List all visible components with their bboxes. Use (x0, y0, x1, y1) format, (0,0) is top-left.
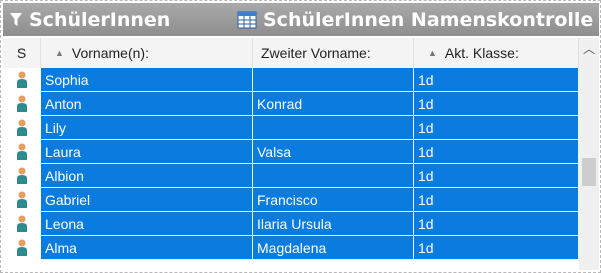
window-frame: SchülerInnen SchülerInnen Namenskontroll… (0, 0, 601, 273)
column-header-label: S (16, 45, 27, 61)
scroll-up-arrow-icon[interactable]: ︿ (579, 38, 599, 58)
student-icon (17, 119, 27, 136)
zweiter-vorname-cell[interactable]: Francisco (253, 188, 414, 212)
vorname-cell[interactable]: Leona (41, 212, 253, 236)
student-icon (17, 191, 27, 208)
status-cell (3, 92, 41, 116)
sort-ascending-icon: ▲ (428, 48, 437, 58)
student-icon (17, 167, 27, 184)
zweiter-vorname-cell[interactable] (253, 68, 414, 92)
student-icon (17, 95, 27, 112)
zweiter-vorname-cell[interactable] (253, 116, 414, 140)
klasse-cell[interactable]: 1d (414, 68, 579, 92)
vorname-cell[interactable]: Laura (41, 140, 253, 164)
klasse-cell[interactable]: 1d (414, 140, 579, 164)
vorname-cell[interactable]: Anton (41, 92, 253, 116)
student-icon (17, 239, 27, 256)
zweiter-vorname-cell[interactable]: Konrad (253, 92, 414, 116)
vorname-cell[interactable]: Gabriel (41, 188, 253, 212)
vorname-cell[interactable]: Sophia (41, 68, 253, 92)
column-header-vorname[interactable]: ▲ Vorname(n): (41, 38, 253, 68)
column-header-zweiter-vorname[interactable]: Zweiter Vorname: (253, 38, 414, 68)
sort-ascending-icon: ▲ (55, 48, 64, 58)
student-icon (17, 143, 27, 160)
students-grid: S ▲ Vorname(n): Zweiter Vorname: ▲ Akt. … (3, 38, 599, 270)
klasse-cell[interactable]: 1d (414, 164, 579, 188)
klasse-cell[interactable]: 1d (414, 212, 579, 236)
status-cell (3, 212, 41, 236)
klasse-cell[interactable]: 1d (414, 92, 579, 116)
table-icon (237, 11, 257, 28)
status-cell (3, 164, 41, 188)
student-icon (17, 215, 27, 232)
status-cell (3, 68, 41, 92)
column-header-klasse[interactable]: ▲ Akt. Klasse: (414, 38, 579, 68)
zweiter-vorname-cell[interactable]: Valsa (253, 140, 414, 164)
table-row[interactable]: Lily 1d (3, 116, 579, 140)
vertical-scrollbar[interactable]: ︿ (579, 38, 599, 270)
tab-schuelerinnen[interactable]: SchülerInnen (9, 3, 170, 36)
column-header-label: Vorname(n): (71, 45, 149, 61)
table-row[interactable]: Sophia 1d (3, 68, 579, 92)
filter-icon (10, 12, 22, 26)
column-header-status[interactable]: S (3, 38, 41, 68)
table-row[interactable]: Alma Magdalena 1d (3, 236, 579, 260)
zweiter-vorname-cell[interactable]: Magdalena (253, 236, 414, 260)
status-cell (3, 140, 41, 164)
klasse-cell[interactable]: 1d (414, 236, 579, 260)
tab-namenskontrolle[interactable]: SchülerInnen Namenskontrolle (237, 3, 593, 36)
vorname-cell[interactable]: Albion (41, 164, 253, 188)
vorname-cell[interactable]: Alma (41, 236, 253, 260)
zweiter-vorname-cell[interactable]: Ilaria Ursula (253, 212, 414, 236)
status-cell (3, 236, 41, 260)
column-header-label: Zweiter Vorname: (261, 45, 371, 61)
tab-label: SchülerInnen (29, 8, 171, 31)
table-row[interactable]: Leona Ilaria Ursula 1d (3, 212, 579, 236)
table-row[interactable]: Albion 1d (3, 164, 579, 188)
tab-label: SchülerInnen Namenskontrolle (263, 8, 594, 31)
klasse-cell[interactable]: 1d (414, 116, 579, 140)
title-bar: SchülerInnen SchülerInnen Namenskontroll… (3, 3, 599, 36)
table-row[interactable]: Anton Konrad 1d (3, 92, 579, 116)
status-cell (3, 116, 41, 140)
table-row[interactable]: Laura Valsa 1d (3, 140, 579, 164)
klasse-cell[interactable]: 1d (414, 188, 579, 212)
student-icon (17, 71, 27, 88)
zweiter-vorname-cell[interactable] (253, 164, 414, 188)
status-cell (3, 188, 41, 212)
column-header-label: Akt. Klasse: (444, 45, 519, 61)
vorname-cell[interactable]: Lily (41, 116, 253, 140)
table-row[interactable]: Gabriel Francisco 1d (3, 188, 579, 212)
grid-header: S ▲ Vorname(n): Zweiter Vorname: ▲ Akt. … (3, 38, 599, 69)
scrollbar-thumb[interactable] (582, 158, 596, 186)
